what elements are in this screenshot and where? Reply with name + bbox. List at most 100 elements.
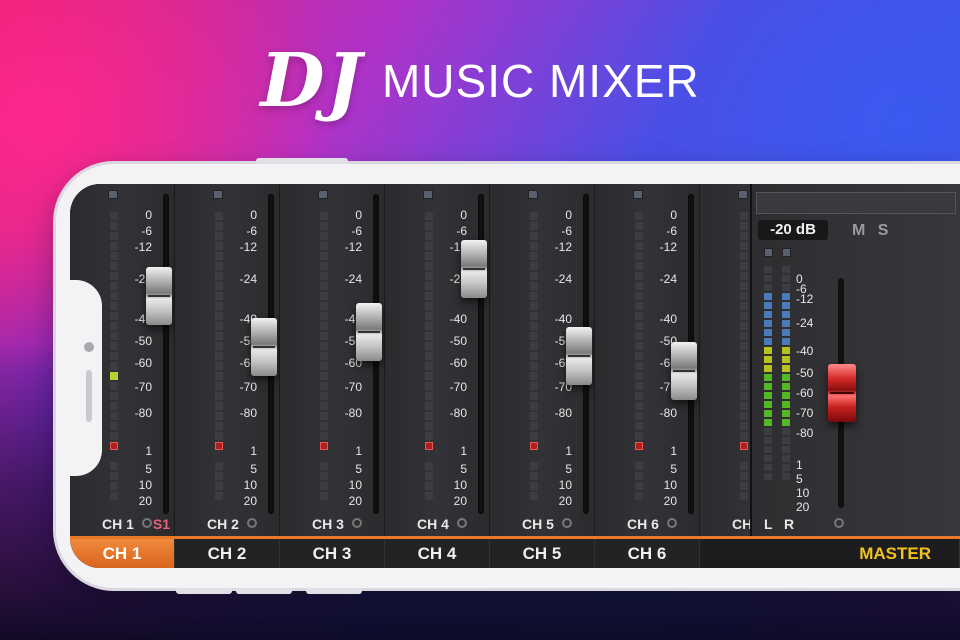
master-meter-segment (764, 455, 772, 462)
meter-segment (635, 312, 643, 320)
tab-ch6[interactable]: CH 6 (595, 539, 700, 568)
scale-label: 10 (243, 478, 257, 492)
tab-ch3[interactable]: CH 3 (280, 539, 385, 568)
channel-meter (635, 212, 643, 502)
peak-indicator (110, 442, 118, 450)
meter-segment (635, 452, 643, 460)
meter-segment (530, 482, 538, 490)
master-meter-segment (782, 275, 790, 282)
meter-segment (215, 252, 223, 260)
channel-led[interactable] (423, 190, 433, 199)
scale-label: -50 (449, 334, 467, 348)
meter-segment (740, 482, 748, 490)
meter-segment (320, 312, 328, 320)
meter-segment (320, 242, 328, 250)
meter-segment (110, 362, 118, 370)
channel-fader[interactable] (146, 267, 172, 325)
meter-segment (740, 372, 748, 380)
meter-segment (635, 382, 643, 390)
meter-segment (530, 282, 538, 290)
meter-segment (215, 352, 223, 360)
scale-label: 20 (348, 494, 362, 508)
master-right-meter (782, 266, 790, 480)
scale-label: 1 (565, 444, 572, 458)
channel-settings-icon[interactable] (667, 518, 677, 528)
channel-fader[interactable] (671, 342, 697, 400)
master-meter-segment (782, 356, 790, 363)
master-meter-segment (782, 374, 790, 381)
meter-segment (110, 252, 118, 260)
channel-led[interactable] (738, 190, 748, 199)
scale-label: -24 (239, 272, 257, 286)
master-meter-segment (782, 302, 790, 309)
channel-fader[interactable] (461, 240, 487, 298)
scale-label: 5 (460, 462, 467, 476)
channel-led[interactable] (633, 190, 643, 199)
tab-ch2[interactable]: CH 2 (175, 539, 280, 568)
channel-settings-icon[interactable] (457, 518, 467, 528)
master-scale-label: -50 (796, 366, 814, 380)
scale-label: -24 (659, 272, 677, 286)
meter-segment (740, 362, 748, 370)
channel-settings-icon[interactable] (352, 518, 362, 528)
meter-segment (740, 392, 748, 400)
scale-label: -50 (134, 334, 152, 348)
master-header (756, 192, 956, 214)
meter-segment (215, 262, 223, 270)
meter-segment (425, 452, 433, 460)
meter-segment (215, 282, 223, 290)
meter-segment (740, 312, 748, 320)
meter-segment (530, 302, 538, 310)
meter-segment (320, 472, 328, 480)
channel-fader[interactable] (566, 327, 592, 385)
channel-settings-icon[interactable] (247, 518, 257, 528)
peak-indicator (635, 442, 643, 450)
meter-segment (215, 232, 223, 240)
tab-ch5[interactable]: CH 5 (490, 539, 595, 568)
meter-segment (635, 392, 643, 400)
master-left-meter (764, 266, 772, 480)
tab-master[interactable]: MASTER (700, 539, 960, 568)
meter-segment (110, 352, 118, 360)
meter-segment (425, 462, 433, 470)
channel-fader[interactable] (356, 303, 382, 361)
scale-label: -70 (239, 380, 257, 394)
meter-segment (110, 322, 118, 330)
master-meter-segment (764, 329, 772, 336)
tab-ch1[interactable]: CH 1 (70, 539, 175, 568)
meter-segment (740, 472, 748, 480)
scale-label: 1 (145, 444, 152, 458)
channel-settings-icon[interactable] (562, 518, 572, 528)
master-scale-label: -80 (796, 426, 814, 440)
master-scale: 0 -6 -12 -24 -40 -50 -60 -70 -80 1 5 10 20 (796, 272, 826, 514)
master-fader[interactable] (828, 364, 856, 422)
master-settings-icon[interactable] (834, 518, 844, 528)
channel-settings-icon[interactable] (142, 518, 152, 528)
master-meter-segment (782, 320, 790, 327)
meter-segment (425, 352, 433, 360)
meter-segment (215, 212, 223, 220)
channel-led[interactable] (318, 190, 328, 199)
channel-led[interactable] (213, 190, 223, 199)
scale-label: 1 (460, 444, 467, 458)
scale-label: -12 (344, 240, 362, 254)
channel-led[interactable] (108, 190, 118, 199)
channel-led[interactable] (528, 190, 538, 199)
scale-label: -6 (666, 224, 677, 238)
meter-segment (530, 342, 538, 350)
channel-meter (110, 212, 118, 502)
tab-ch4[interactable]: CH 4 (385, 539, 490, 568)
solo-indicator[interactable]: S1 (153, 516, 170, 532)
meter-segment (110, 492, 118, 500)
meter-segment (215, 312, 223, 320)
meter-segment (740, 412, 748, 420)
master-meter-segment (764, 446, 772, 453)
master-mute-solo[interactable]: M S (852, 222, 892, 240)
master-meter-segment (782, 347, 790, 354)
channel-fader[interactable] (251, 318, 277, 376)
meter-segment (110, 332, 118, 340)
meter-segment (215, 412, 223, 420)
meter-segment (110, 392, 118, 400)
master-scale-label: -24 (796, 316, 814, 330)
meter-segment (320, 332, 328, 340)
